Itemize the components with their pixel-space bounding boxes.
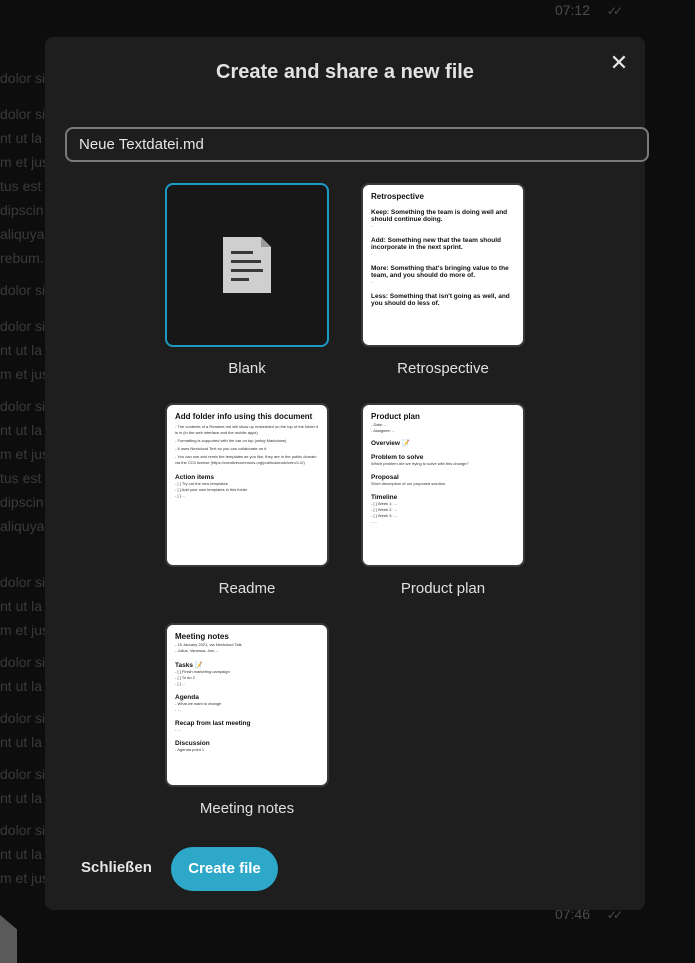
- background-text: dolor si: [0, 766, 46, 782]
- timestamp: 07:12: [554, 2, 590, 18]
- preview-text: - [ ] ...: [175, 493, 186, 498]
- background-text: nt ut la: [0, 678, 43, 694]
- preview-heading: Recap from last meeting: [175, 720, 251, 727]
- preview-text: - The contents of a Readme.md will show …: [175, 424, 319, 435]
- preview-heading: Keep: Something the team is doing well a…: [371, 209, 508, 223]
- background-text: aliquya: [0, 518, 45, 534]
- background-text: dolor si: [0, 106, 46, 122]
- background-text: tus est: [0, 178, 42, 194]
- template-blank[interactable]: Blank: [165, 183, 329, 377]
- background-text: dolor si: [0, 282, 46, 298]
- create-file-button[interactable]: Create file: [171, 847, 278, 891]
- preview-text: Which problem are we trying to solve wit…: [371, 461, 469, 466]
- create-file-dialog: Create and share a new file ✕ Blank Retr…: [45, 37, 649, 910]
- background-text: tus est: [0, 470, 42, 486]
- sidebar-edge: [0, 915, 17, 963]
- template-preview: Retrospective Keep: Something the team i…: [361, 183, 525, 347]
- preview-heading: Proposal: [371, 474, 399, 481]
- template-product-plan[interactable]: Product plan - Date: ... - Assignee: ...…: [361, 403, 525, 597]
- background-text: dolor si: [0, 654, 46, 670]
- background-text: m et jus: [0, 870, 50, 886]
- background-text: nt ut la: [0, 422, 43, 438]
- background-text: dipscin: [0, 494, 44, 510]
- preview-heading: Overview 📝: [371, 440, 410, 447]
- template-meeting-notes[interactable]: Meeting notes - 15 January 2021, via Nex…: [165, 623, 329, 817]
- preview-text: - ...: [175, 707, 181, 712]
- read-receipt-icon: ✓✓: [606, 908, 623, 922]
- background-text: aliquya: [0, 226, 45, 242]
- preview-heading: Timeline: [371, 494, 398, 501]
- background-text: dolor si: [0, 822, 46, 838]
- background-text: dolor si: [0, 318, 46, 334]
- preview-heading: Problem to solve: [371, 454, 424, 461]
- template-preview: Add folder info using this document - Th…: [165, 403, 329, 567]
- background-text: nt ut la: [0, 734, 43, 750]
- preview-text: - Assignee: ...: [371, 428, 396, 433]
- template-preview: Meeting notes - 15 January 2021, via Nex…: [165, 623, 329, 787]
- preview-heading: Discussion: [175, 740, 210, 747]
- preview-text: - It uses Nextcloud Text so you can coll…: [175, 446, 267, 451]
- preview-title: Meeting notes: [175, 632, 229, 641]
- background-text: nt ut la: [0, 790, 43, 806]
- close-icon[interactable]: ✕: [607, 51, 631, 75]
- template-label: Product plan: [400, 580, 486, 597]
- template-preview: Product plan - Date: ... - Assignee: ...…: [361, 403, 525, 567]
- preview-text: - You can use and remix the templates as…: [175, 454, 317, 465]
- close-button[interactable]: Schließen: [81, 859, 152, 876]
- template-preview: [165, 183, 329, 347]
- template-label: Readme: [218, 580, 276, 597]
- filename-input[interactable]: [65, 127, 649, 162]
- background-text: m et jus: [0, 622, 50, 638]
- preview-text: Short description of our proposed soluti…: [371, 481, 447, 486]
- preview-text: - Julius, Vanessa, Jan, ...: [175, 648, 220, 653]
- preview-heading: Action items: [175, 474, 215, 481]
- background-text: dolor si: [0, 70, 46, 86]
- background-text: dolor si: [0, 574, 46, 590]
- preview-heading: Tasks 📝: [175, 662, 203, 669]
- preview-text: - [ ] ...: [175, 681, 186, 686]
- preview-heading: More: Something that's bringing value to…: [371, 265, 509, 279]
- template-label: Retrospective: [397, 360, 489, 377]
- preview-text: - ...: [371, 519, 377, 524]
- preview-heading: Add: Something new that the team should …: [371, 237, 501, 251]
- template-label: Meeting notes: [199, 800, 295, 817]
- background-text: nt ut la: [0, 846, 43, 862]
- background-text: dolor si: [0, 398, 46, 414]
- background-text: nt ut la: [0, 598, 43, 614]
- preview-heading: Less: Something that isn't going as well…: [371, 293, 510, 307]
- background-text: rebum.: [0, 250, 44, 266]
- preview-text: - Formatting is supported with the bar o…: [175, 438, 287, 443]
- background-text: dolor si: [0, 710, 46, 726]
- document-icon: [223, 237, 271, 293]
- template-label: Blank: [228, 360, 266, 377]
- preview-title: Add folder info using this document: [175, 412, 313, 421]
- background-text: m et jus: [0, 154, 50, 170]
- preview-text: - ...: [175, 727, 181, 732]
- background-text: m et jus: [0, 366, 50, 382]
- preview-text: - Agenda point 1: [175, 747, 205, 752]
- preview-heading: Agenda: [175, 694, 199, 701]
- background-text: dipscin: [0, 202, 44, 218]
- background-text: nt ut la: [0, 130, 43, 146]
- dialog-title: Create and share a new file: [216, 61, 474, 83]
- template-readme[interactable]: Add folder info using this document - Th…: [165, 403, 329, 597]
- background-text: nt ut la: [0, 342, 43, 358]
- preview-title: Retrospective: [371, 192, 424, 201]
- preview-title: Product plan: [371, 412, 420, 421]
- template-retrospective[interactable]: Retrospective Keep: Something the team i…: [361, 183, 525, 377]
- read-receipt-icon: ✓✓: [606, 4, 623, 18]
- background-text: m et jus: [0, 446, 50, 462]
